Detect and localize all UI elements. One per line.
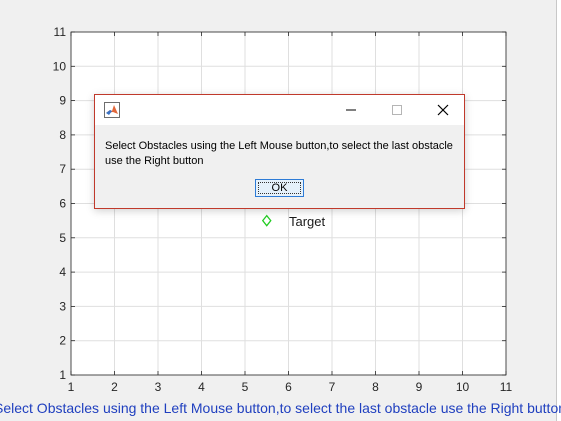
x-tick-labels: 1 2 3 4 5 6 7 8 9 10 11 (68, 380, 513, 394)
y-tick-label: 1 (59, 368, 66, 382)
y-tick-label: 5 (59, 231, 66, 245)
minimize-button[interactable] (328, 95, 374, 125)
maximize-icon (392, 105, 402, 115)
y-tick-label: 4 (59, 265, 66, 279)
x-tick-label: 10 (456, 380, 470, 394)
x-tick-label: 6 (285, 380, 292, 394)
plot-axes[interactable]: 1 2 3 4 5 6 7 8 9 10 11 1234567891011 (0, 0, 561, 421)
minimize-icon (346, 109, 356, 111)
dialog-titlebar[interactable] (95, 95, 464, 125)
x-tick-label: 7 (329, 380, 336, 394)
x-tick-label: 5 (242, 380, 249, 394)
window-edge (556, 0, 561, 421)
y-tick-label: 9 (59, 94, 66, 108)
x-tick-label: 8 (372, 380, 379, 394)
x-tick-label: 4 (198, 380, 205, 394)
y-tick-label: 3 (59, 299, 66, 313)
message-dialog: Select Obstacles using the Left Mouse bu… (94, 94, 465, 209)
x-tick-label: 9 (416, 380, 423, 394)
y-tick-labels: 1 2 3 4 5 6 7 8 9 10 11 (53, 25, 67, 382)
status-message: Select Obstacles using the Left Mouse bu… (0, 400, 561, 416)
maximize-button[interactable] (374, 95, 420, 125)
y-tick-label: 2 (59, 334, 66, 348)
y-tick-label: 7 (59, 162, 66, 176)
y-tick-label: 8 (59, 128, 66, 142)
y-tick-label: 11 (54, 25, 67, 39)
figure-window: 1 2 3 4 5 6 7 8 9 10 11 1 2 3 4 5 6 7 8 9 10 11 Target Selec… (0, 0, 561, 421)
matlab-logo-icon (104, 102, 120, 118)
x-tick-label: 11 (500, 380, 513, 394)
close-icon (437, 104, 449, 116)
ok-button[interactable]: OK (255, 179, 304, 197)
y-tick-label: 10 (53, 59, 67, 73)
ok-label: OK (271, 182, 288, 194)
x-tick-label: 1 (68, 380, 75, 394)
target-label: Target (289, 214, 326, 229)
dialog-message: Select Obstacles using the Left Mouse bu… (105, 140, 453, 167)
x-tick-label: 2 (111, 380, 118, 394)
y-tick-label: 6 (59, 197, 66, 211)
close-button[interactable] (420, 95, 466, 125)
x-tick-label: 3 (155, 380, 162, 394)
